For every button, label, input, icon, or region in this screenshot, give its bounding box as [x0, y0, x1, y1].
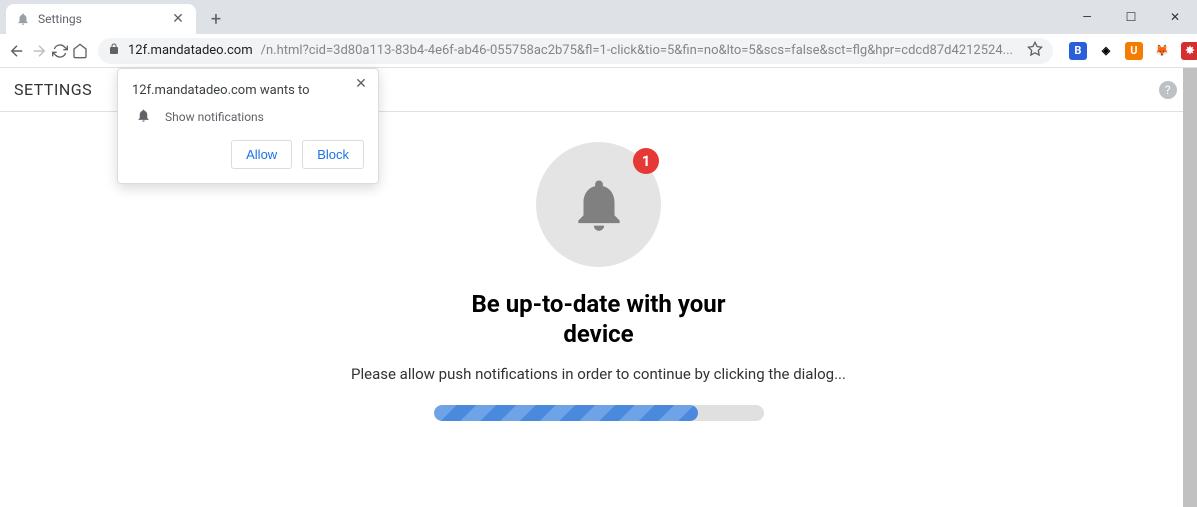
lock-icon — [108, 43, 120, 59]
browser-tab[interactable]: Settings ✕ — [6, 4, 196, 34]
progress-fill — [434, 405, 698, 421]
vertical-scrollbar[interactable] — [1183, 68, 1197, 507]
address-bar[interactable]: 12f.mandatadeo.com/n.html?cid=3d80a113-8… — [98, 38, 1053, 64]
tab-title: Settings — [38, 12, 162, 26]
bookmark-star-icon[interactable] — [1027, 41, 1043, 61]
progress-bar — [434, 405, 764, 421]
extension-icons: B ◈ U 🦊 ✸ ▦ — [1063, 42, 1197, 60]
browser-toolbar: 12f.mandatadeo.com/n.html?cid=3d80a113-8… — [0, 34, 1197, 68]
extension-icon[interactable]: B — [1069, 42, 1087, 60]
popup-close-button[interactable]: ✕ — [352, 75, 370, 93]
help-icon[interactable]: ? — [1159, 81, 1177, 99]
permission-title: 12f.mandatadeo.com wants to — [132, 83, 364, 98]
permission-popup: ✕ 12f.mandatadeo.com wants to Show notif… — [117, 68, 379, 184]
notification-badge: 1 — [633, 148, 659, 174]
bell-icon — [136, 108, 151, 126]
home-button[interactable] — [72, 37, 88, 65]
url-path: /n.html?cid=3d80a113-83b4-4e6f-ab46-0557… — [261, 43, 1013, 58]
headline-line2: device — [471, 319, 725, 349]
maximize-button[interactable]: ☐ — [1109, 0, 1153, 34]
page-title: SETTINGS — [14, 80, 92, 99]
new-tab-button[interactable]: + — [202, 5, 230, 33]
permission-buttons: Allow Block — [132, 140, 364, 169]
extension-icon[interactable]: ✸ — [1181, 42, 1197, 60]
reload-button[interactable] — [52, 37, 68, 65]
bell-graphic: 1 — [536, 142, 661, 267]
forward-button[interactable] — [30, 37, 48, 65]
scrollbar-thumb[interactable] — [1183, 68, 1197, 507]
subline: Please allow push notifications in order… — [351, 365, 846, 383]
headline: Be up-to-date with your device — [471, 289, 725, 349]
extension-icon[interactable]: ◈ — [1097, 42, 1115, 60]
allow-button[interactable]: Allow — [231, 140, 292, 169]
extension-icon[interactable]: U — [1125, 42, 1143, 60]
window-close-button[interactable]: ✕ — [1153, 0, 1197, 34]
tab-bar: Settings ✕ + — ☐ ✕ — [0, 0, 1197, 34]
block-button[interactable]: Block — [302, 140, 364, 169]
headline-line1: Be up-to-date with your — [471, 289, 725, 319]
back-button[interactable] — [8, 37, 26, 65]
permission-request-text: Show notifications — [165, 110, 264, 124]
url-host: 12f.mandatadeo.com — [128, 43, 253, 58]
tab-close-button[interactable]: ✕ — [170, 11, 186, 27]
bell-icon — [16, 12, 30, 26]
extension-icon[interactable]: 🦊 — [1153, 42, 1171, 60]
window-controls: — ☐ ✕ — [1065, 0, 1197, 34]
minimize-button[interactable]: — — [1065, 0, 1109, 34]
permission-request-row: Show notifications — [132, 108, 364, 126]
